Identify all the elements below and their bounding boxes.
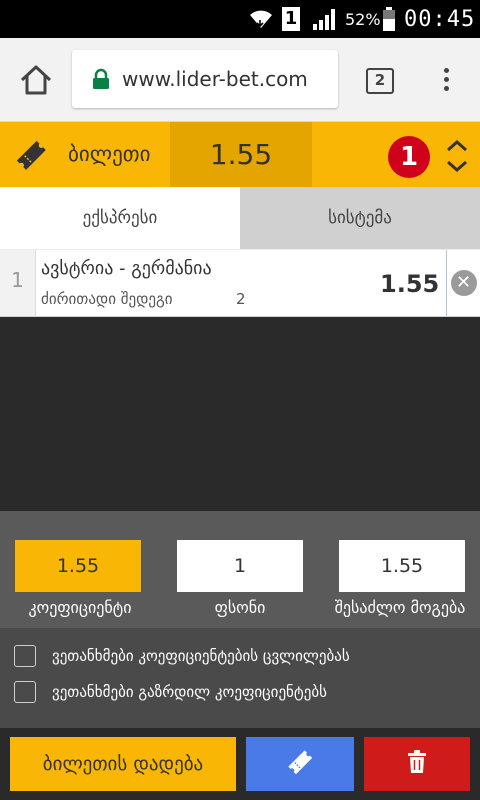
sim-slot-number: 1 xyxy=(282,7,300,31)
browser-toolbar: www.lider-bet.com 2 xyxy=(0,38,480,122)
wifi-icon xyxy=(248,0,274,38)
agree-increased-odds-label: ვეთანხმები გაზრდილ კოეფიციენტებს xyxy=(52,683,327,701)
clock: 00:45 xyxy=(404,6,476,32)
battery-percent: 52% xyxy=(345,9,381,29)
url-text: www.lider-bet.com xyxy=(122,67,308,91)
ticket-icon xyxy=(14,138,48,172)
signal-icon xyxy=(312,0,338,38)
home-icon[interactable] xyxy=(18,62,54,98)
coefficient-value: 1.55 xyxy=(15,540,141,592)
delete-button[interactable] xyxy=(364,737,470,791)
agree-odds-change-label: ვეთანხმები კოეფიციენტების ცვლილებას xyxy=(52,647,350,665)
agree-odds-change-checkbox[interactable] xyxy=(14,645,36,667)
more-vert-icon[interactable] xyxy=(436,64,456,98)
possible-win-label: შესაძლო მოგება xyxy=(334,598,466,617)
lock-icon xyxy=(92,68,110,90)
action-bar: ბილეთის დადება xyxy=(0,728,480,800)
trash-icon xyxy=(407,750,427,778)
bet-row: 1 ავსტრია - გერმანია ძირითადი შედეგი 2 1… xyxy=(0,249,480,317)
stake-label: ფსონი xyxy=(214,598,266,617)
agree-increased-odds-checkbox[interactable] xyxy=(14,681,36,703)
agree-odds-change-row[interactable]: ვეთანხმები კოეფიციენტების ცვლილებას xyxy=(14,642,350,670)
coefficient-label: კოეფიციენტი xyxy=(28,598,132,617)
status-bar: 1 52% 00:45 xyxy=(0,0,480,38)
bet-outcome: 2 xyxy=(236,290,246,308)
possible-win-value: 1.55 xyxy=(339,540,465,592)
tabs-icon[interactable]: 2 xyxy=(366,68,394,94)
bet-count-badge: 1 xyxy=(388,136,430,178)
address-bar[interactable]: www.lider-bet.com xyxy=(72,50,338,108)
ticket-button[interactable] xyxy=(246,737,354,791)
battery-icon xyxy=(382,0,396,38)
ticket-header[interactable]: ბილეთი 1.55 1 xyxy=(0,122,480,187)
bet-summary: 1.55 1 1.55 კოეფიციენტი ფსონი შესაძლო მო… xyxy=(0,511,480,628)
sim-icon: 1 xyxy=(282,0,300,38)
stake-input[interactable]: 1 xyxy=(177,540,303,592)
expand-toggle-icon[interactable] xyxy=(443,136,471,176)
close-icon: ✕ xyxy=(450,270,477,296)
bet-index: 1 xyxy=(0,250,36,316)
empty-area xyxy=(0,318,480,511)
tab-system[interactable]: სისტემა xyxy=(240,187,480,249)
ticket-title: ბილეთი xyxy=(68,142,151,166)
total-odds: 1.55 xyxy=(170,122,312,187)
place-bet-button[interactable]: ბილეთის დადება xyxy=(10,737,236,791)
remove-bet-button[interactable]: ✕ xyxy=(446,250,480,316)
bet-market: ძირითადი შედეგი xyxy=(41,290,173,308)
bet-match-name: ავსტრია - გერმანია xyxy=(41,258,212,279)
bet-odds: 1.55 xyxy=(380,270,440,298)
agree-increased-odds-row[interactable]: ვეთანხმები გაზრდილ კოეფიციენტებს xyxy=(14,678,327,706)
tab-express[interactable]: ექსპრესი xyxy=(0,187,240,249)
ticket-icon xyxy=(286,748,314,780)
agreement-options: ვეთანხმები კოეფიციენტების ცვლილებას ვეთა… xyxy=(0,628,480,728)
